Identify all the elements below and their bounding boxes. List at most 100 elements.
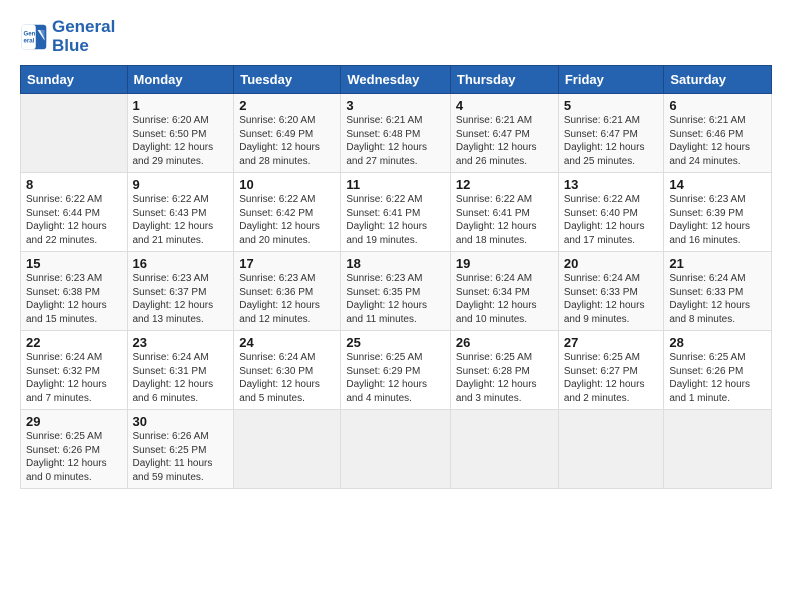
empty-cell [558, 410, 664, 489]
day-number: 27 [564, 335, 659, 350]
logo-general: General [52, 17, 115, 36]
day-info: Sunrise: 6:20 AM Sunset: 6:49 PM Dayligh… [239, 114, 335, 168]
day-cell-8: 8Sunrise: 6:22 AM Sunset: 6:44 PM Daylig… [21, 173, 128, 252]
day-cell-12: 12Sunrise: 6:22 AM Sunset: 6:41 PM Dayli… [450, 173, 558, 252]
day-number: 18 [346, 256, 445, 271]
col-header-saturday: Saturday [664, 66, 772, 94]
day-number: 29 [26, 414, 122, 429]
day-number: 26 [456, 335, 553, 350]
day-number: 20 [564, 256, 659, 271]
day-number: 3 [346, 98, 445, 113]
day-info: Sunrise: 6:22 AM Sunset: 6:43 PM Dayligh… [133, 193, 229, 247]
day-cell-13: 13Sunrise: 6:22 AM Sunset: 6:40 PM Dayli… [558, 173, 664, 252]
day-cell-17: 17Sunrise: 6:23 AM Sunset: 6:36 PM Dayli… [234, 252, 341, 331]
day-cell-11: 11Sunrise: 6:22 AM Sunset: 6:41 PM Dayli… [341, 173, 451, 252]
col-header-thursday: Thursday [450, 66, 558, 94]
svg-text:Gen: Gen [24, 30, 36, 37]
day-cell-20: 20Sunrise: 6:24 AM Sunset: 6:33 PM Dayli… [558, 252, 664, 331]
day-number: 13 [564, 177, 659, 192]
day-cell-4: 4Sunrise: 6:21 AM Sunset: 6:47 PM Daylig… [450, 94, 558, 173]
logo: Gen eral General Blue [20, 18, 115, 55]
day-info: Sunrise: 6:23 AM Sunset: 6:35 PM Dayligh… [346, 272, 445, 326]
empty-cell [341, 410, 451, 489]
day-info: Sunrise: 6:21 AM Sunset: 6:47 PM Dayligh… [564, 114, 659, 168]
week-row-4: 22Sunrise: 6:24 AM Sunset: 6:32 PM Dayli… [21, 331, 772, 410]
col-header-tuesday: Tuesday [234, 66, 341, 94]
day-number: 25 [346, 335, 445, 350]
day-number: 8 [26, 177, 122, 192]
day-cell-26: 26Sunrise: 6:25 AM Sunset: 6:28 PM Dayli… [450, 331, 558, 410]
day-info: Sunrise: 6:21 AM Sunset: 6:48 PM Dayligh… [346, 114, 445, 168]
day-number: 14 [669, 177, 766, 192]
day-number: 4 [456, 98, 553, 113]
week-row-3: 15Sunrise: 6:23 AM Sunset: 6:38 PM Dayli… [21, 252, 772, 331]
day-info: Sunrise: 6:24 AM Sunset: 6:31 PM Dayligh… [133, 351, 229, 405]
day-cell-16: 16Sunrise: 6:23 AM Sunset: 6:37 PM Dayli… [127, 252, 234, 331]
day-cell-28: 28Sunrise: 6:25 AM Sunset: 6:26 PM Dayli… [664, 331, 772, 410]
empty-cell [450, 410, 558, 489]
col-header-friday: Friday [558, 66, 664, 94]
day-info: Sunrise: 6:21 AM Sunset: 6:47 PM Dayligh… [456, 114, 553, 168]
week-row-2: 8Sunrise: 6:22 AM Sunset: 6:44 PM Daylig… [21, 173, 772, 252]
svg-text:eral: eral [24, 37, 35, 44]
day-cell-19: 19Sunrise: 6:24 AM Sunset: 6:34 PM Dayli… [450, 252, 558, 331]
day-cell-21: 21Sunrise: 6:24 AM Sunset: 6:33 PM Dayli… [664, 252, 772, 331]
day-cell-1: 1Sunrise: 6:20 AM Sunset: 6:50 PM Daylig… [127, 94, 234, 173]
day-info: Sunrise: 6:25 AM Sunset: 6:29 PM Dayligh… [346, 351, 445, 405]
day-cell-25: 25Sunrise: 6:25 AM Sunset: 6:29 PM Dayli… [341, 331, 451, 410]
day-info: Sunrise: 6:24 AM Sunset: 6:32 PM Dayligh… [26, 351, 122, 405]
day-info: Sunrise: 6:23 AM Sunset: 6:36 PM Dayligh… [239, 272, 335, 326]
day-cell-14: 14Sunrise: 6:23 AM Sunset: 6:39 PM Dayli… [664, 173, 772, 252]
day-info: Sunrise: 6:21 AM Sunset: 6:46 PM Dayligh… [669, 114, 766, 168]
day-cell-30: 30Sunrise: 6:26 AM Sunset: 6:25 PM Dayli… [127, 410, 234, 489]
day-info: Sunrise: 6:25 AM Sunset: 6:27 PM Dayligh… [564, 351, 659, 405]
day-cell-18: 18Sunrise: 6:23 AM Sunset: 6:35 PM Dayli… [341, 252, 451, 331]
day-cell-6: 6Sunrise: 6:21 AM Sunset: 6:46 PM Daylig… [664, 94, 772, 173]
day-number: 28 [669, 335, 766, 350]
day-number: 24 [239, 335, 335, 350]
day-number: 15 [26, 256, 122, 271]
header-row: SundayMondayTuesdayWednesdayThursdayFrid… [21, 66, 772, 94]
day-info: Sunrise: 6:24 AM Sunset: 6:33 PM Dayligh… [669, 272, 766, 326]
day-number: 11 [346, 177, 445, 192]
week-row-5: 29Sunrise: 6:25 AM Sunset: 6:26 PM Dayli… [21, 410, 772, 489]
day-cell-5: 5Sunrise: 6:21 AM Sunset: 6:47 PM Daylig… [558, 94, 664, 173]
col-header-sunday: Sunday [21, 66, 128, 94]
day-number: 22 [26, 335, 122, 350]
day-info: Sunrise: 6:26 AM Sunset: 6:25 PM Dayligh… [133, 430, 229, 484]
day-info: Sunrise: 6:25 AM Sunset: 6:28 PM Dayligh… [456, 351, 553, 405]
day-cell-3: 3Sunrise: 6:21 AM Sunset: 6:48 PM Daylig… [341, 94, 451, 173]
day-number: 21 [669, 256, 766, 271]
day-number: 19 [456, 256, 553, 271]
day-number: 16 [133, 256, 229, 271]
day-info: Sunrise: 6:23 AM Sunset: 6:39 PM Dayligh… [669, 193, 766, 247]
day-cell-29: 29Sunrise: 6:25 AM Sunset: 6:26 PM Dayli… [21, 410, 128, 489]
empty-cell [234, 410, 341, 489]
day-number: 17 [239, 256, 335, 271]
day-info: Sunrise: 6:22 AM Sunset: 6:42 PM Dayligh… [239, 193, 335, 247]
day-number: 5 [564, 98, 659, 113]
day-cell-15: 15Sunrise: 6:23 AM Sunset: 6:38 PM Dayli… [21, 252, 128, 331]
page: Gen eral General Blue SundayMondayTuesda… [0, 0, 792, 501]
day-cell-9: 9Sunrise: 6:22 AM Sunset: 6:43 PM Daylig… [127, 173, 234, 252]
week-row-1: 1Sunrise: 6:20 AM Sunset: 6:50 PM Daylig… [21, 94, 772, 173]
day-cell-22: 22Sunrise: 6:24 AM Sunset: 6:32 PM Dayli… [21, 331, 128, 410]
day-number: 12 [456, 177, 553, 192]
day-cell-10: 10Sunrise: 6:22 AM Sunset: 6:42 PM Dayli… [234, 173, 341, 252]
day-number: 9 [133, 177, 229, 192]
logo-text: General Blue [52, 18, 115, 55]
day-number: 6 [669, 98, 766, 113]
day-number: 30 [133, 414, 229, 429]
day-number: 1 [133, 98, 229, 113]
logo-blue: Blue [52, 37, 115, 56]
day-info: Sunrise: 6:22 AM Sunset: 6:40 PM Dayligh… [564, 193, 659, 247]
day-info: Sunrise: 6:20 AM Sunset: 6:50 PM Dayligh… [133, 114, 229, 168]
day-info: Sunrise: 6:25 AM Sunset: 6:26 PM Dayligh… [669, 351, 766, 405]
day-cell-24: 24Sunrise: 6:24 AM Sunset: 6:30 PM Dayli… [234, 331, 341, 410]
day-cell-27: 27Sunrise: 6:25 AM Sunset: 6:27 PM Dayli… [558, 331, 664, 410]
logo-icon: Gen eral [20, 23, 48, 51]
day-info: Sunrise: 6:23 AM Sunset: 6:37 PM Dayligh… [133, 272, 229, 326]
day-info: Sunrise: 6:23 AM Sunset: 6:38 PM Dayligh… [26, 272, 122, 326]
col-header-wednesday: Wednesday [341, 66, 451, 94]
empty-cell [21, 94, 128, 173]
